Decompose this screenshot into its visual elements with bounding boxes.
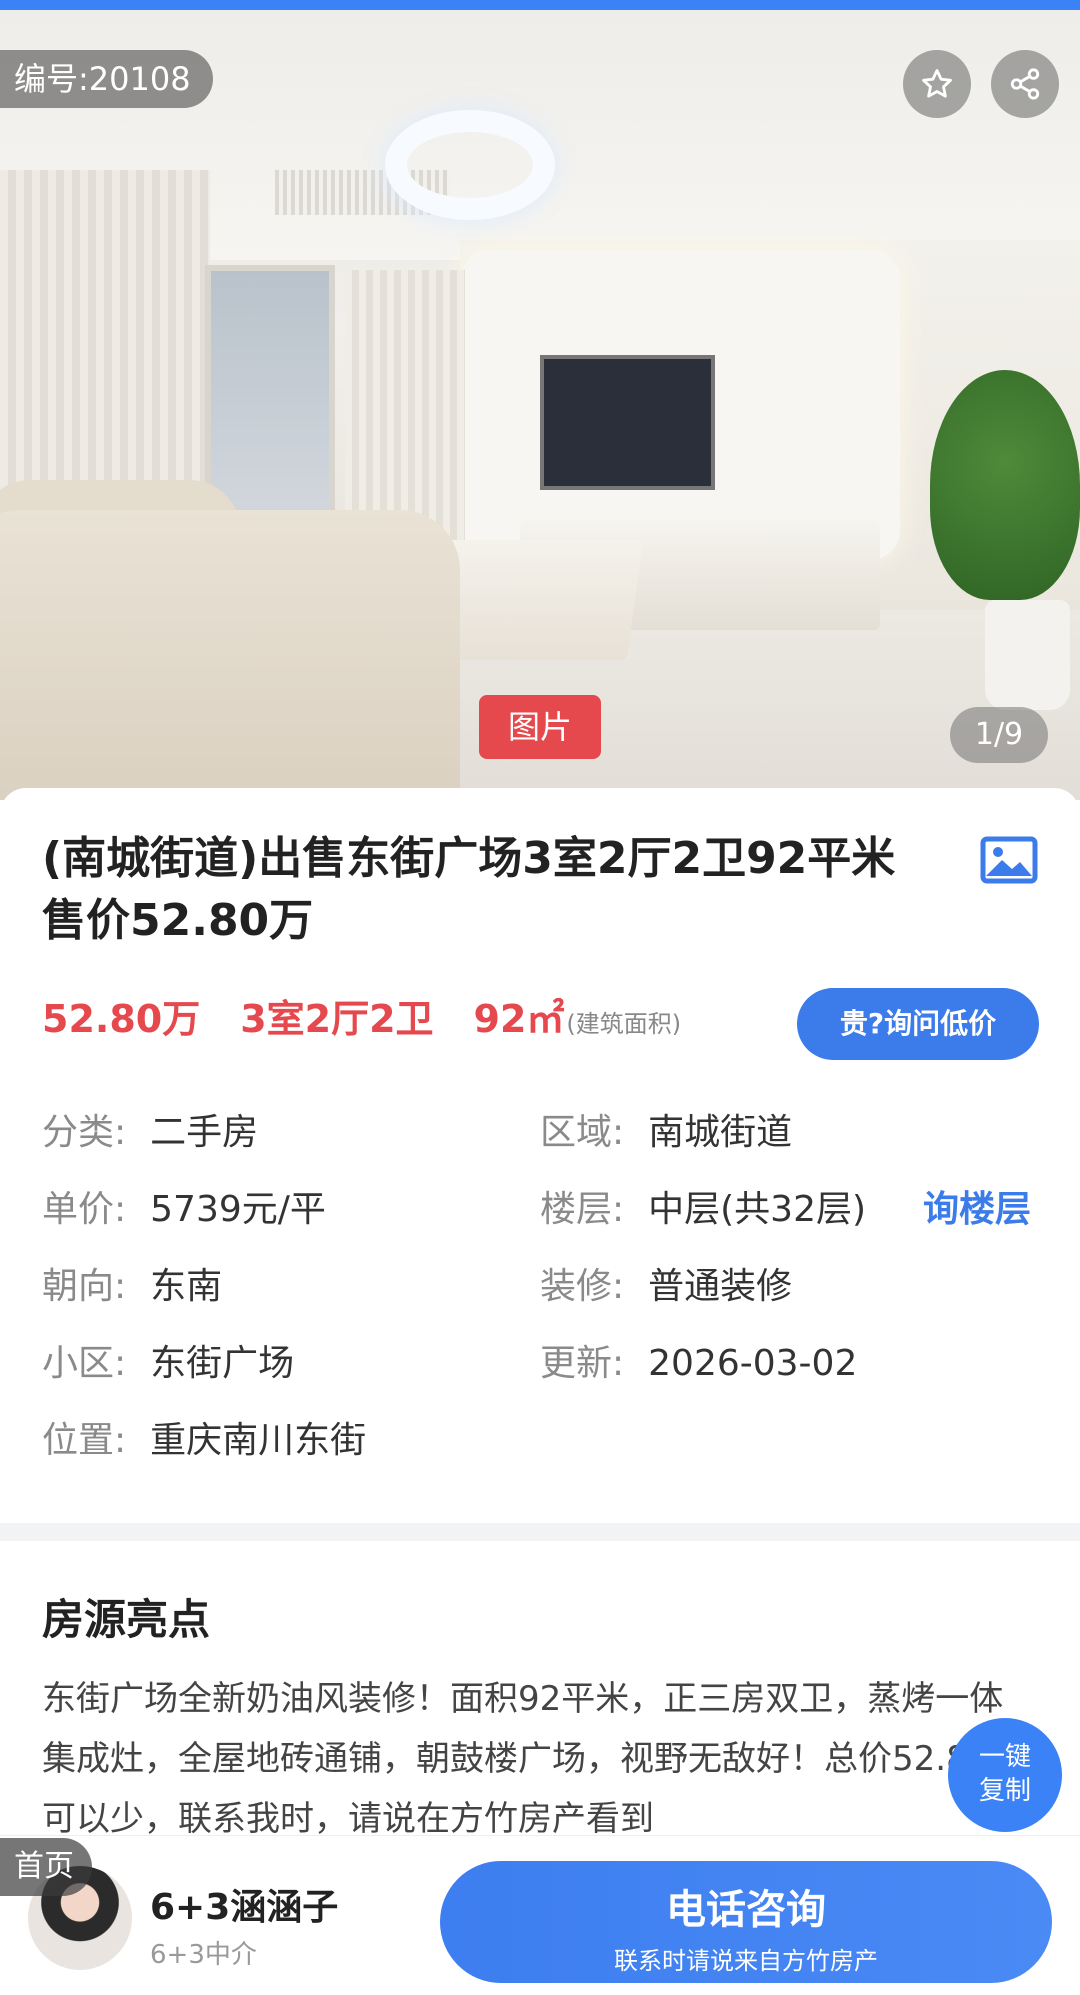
field-label: 单价: <box>42 1189 127 1230</box>
field-value: 重庆南川东街 <box>150 1420 367 1461</box>
floor-area: 92㎡ <box>473 997 565 1041</box>
photo-tv <box>540 355 715 490</box>
share-button[interactable] <box>991 50 1059 118</box>
copy-button-line1: 一键 <box>978 1742 1031 1772</box>
field-floor: 楼层: 中层(共32层) <box>540 1185 866 1235</box>
favorite-button[interactable] <box>903 50 971 118</box>
field-label: 朝向: <box>42 1266 127 1307</box>
field-unit-price: 单价: 5739元/平 <box>42 1185 326 1235</box>
price-row: 52.80万 3室2厅2卫 92㎡ (建筑面积) <box>42 988 681 1048</box>
field-value: 东街广场 <box>150 1343 295 1384</box>
phone-consult-sublabel: 联系时请说来自方竹房产 <box>614 1947 878 1975</box>
field-label: 更新: <box>540 1343 625 1384</box>
field-value: 南城街道 <box>648 1112 793 1153</box>
field-label: 分类: <box>42 1112 127 1153</box>
field-community: 小区: 东街广场 <box>42 1339 294 1389</box>
field-decoration: 装修: 普通装修 <box>540 1262 792 1312</box>
phone-consult-button[interactable]: 电话咨询 联系时请说来自方竹房产 <box>440 1861 1052 1983</box>
phone-consult-label: 电话咨询 <box>666 1887 826 1933</box>
agent-company: 6+3中介 <box>150 1940 257 1970</box>
field-location: 位置: 重庆南川东街 <box>42 1416 366 1466</box>
listing-info-card: (南城街道)出售东街广场3室2厅2卫92平米 售价52.80万 52.80万 3… <box>0 788 1080 1523</box>
section-divider <box>0 1523 1080 1541</box>
property-photo[interactable]: 编号:20108 图片 1/9 <box>0 10 1080 800</box>
field-orientation: 朝向: 东南 <box>42 1262 222 1312</box>
photo-sofa <box>0 510 460 800</box>
field-label: 区域: <box>540 1112 625 1153</box>
listing-id-badge: 编号:20108 <box>0 50 213 108</box>
field-updated: 更新: 2026-03-02 <box>540 1339 857 1389</box>
field-value: 5739元/平 <box>150 1189 326 1230</box>
copy-button-line2: 复制 <box>978 1776 1031 1806</box>
room-layout: 3室2厅2卫 <box>240 997 434 1041</box>
highlights-title: 房源亮点 <box>42 1595 211 1644</box>
share-icon <box>1010 68 1040 100</box>
photo-pot <box>985 600 1070 710</box>
field-value: 东南 <box>150 1266 223 1307</box>
bottom-contact-bar: 首页 6+3涵涵子 6+3中介 电话咨询 联系时请说来自方竹房产 <box>0 1835 1080 1995</box>
field-label: 装修: <box>540 1266 625 1307</box>
copy-button[interactable]: 一键 复制 <box>948 1718 1062 1832</box>
field-label: 位置: <box>42 1420 127 1461</box>
field-label: 楼层: <box>540 1189 625 1230</box>
image-category-tag[interactable]: 图片 <box>479 695 601 759</box>
field-value: 中层(共32层) <box>648 1189 867 1230</box>
ask-low-price-button[interactable]: 贵?询问低价 <box>797 988 1039 1060</box>
field-value: 二手房 <box>150 1112 259 1153</box>
star-icon <box>922 69 952 98</box>
ask-floor-link[interactable]: 询楼层 <box>923 1185 1031 1235</box>
photo-plant <box>930 370 1080 600</box>
field-value: 2026-03-02 <box>648 1343 858 1384</box>
field-region: 区域: 南城街道 <box>540 1108 792 1158</box>
highlights-section: 房源亮点 东街广场全新奶油风装修！面积92平米，正三房双卫，蒸烤一体集成灶，全屋… <box>0 1541 1080 1871</box>
field-category: 分类: 二手房 <box>42 1108 258 1158</box>
field-value: 普通装修 <box>648 1266 793 1307</box>
agent-name: 6+3涵涵子 <box>150 1887 339 1928</box>
image-gallery-icon[interactable] <box>980 836 1038 884</box>
field-label: 小区: <box>42 1343 127 1384</box>
home-button[interactable]: 首页 <box>0 1838 92 1896</box>
highlights-text: 东街广场全新奶油风装修！面积92平米，正三房双卫，蒸烤一体集成灶，全屋地砖通铺，… <box>42 1679 1004 1839</box>
image-counter: 1/9 <box>950 707 1048 763</box>
floor-area-note: (建筑面积) <box>566 1010 682 1038</box>
listing-title: (南城街道)出售东街广场3室2厅2卫92平米 售价52.80万 <box>42 833 896 946</box>
photo-chandelier <box>385 110 555 220</box>
top-accent-bar <box>0 0 1080 10</box>
total-price: 52.80万 <box>42 997 201 1041</box>
